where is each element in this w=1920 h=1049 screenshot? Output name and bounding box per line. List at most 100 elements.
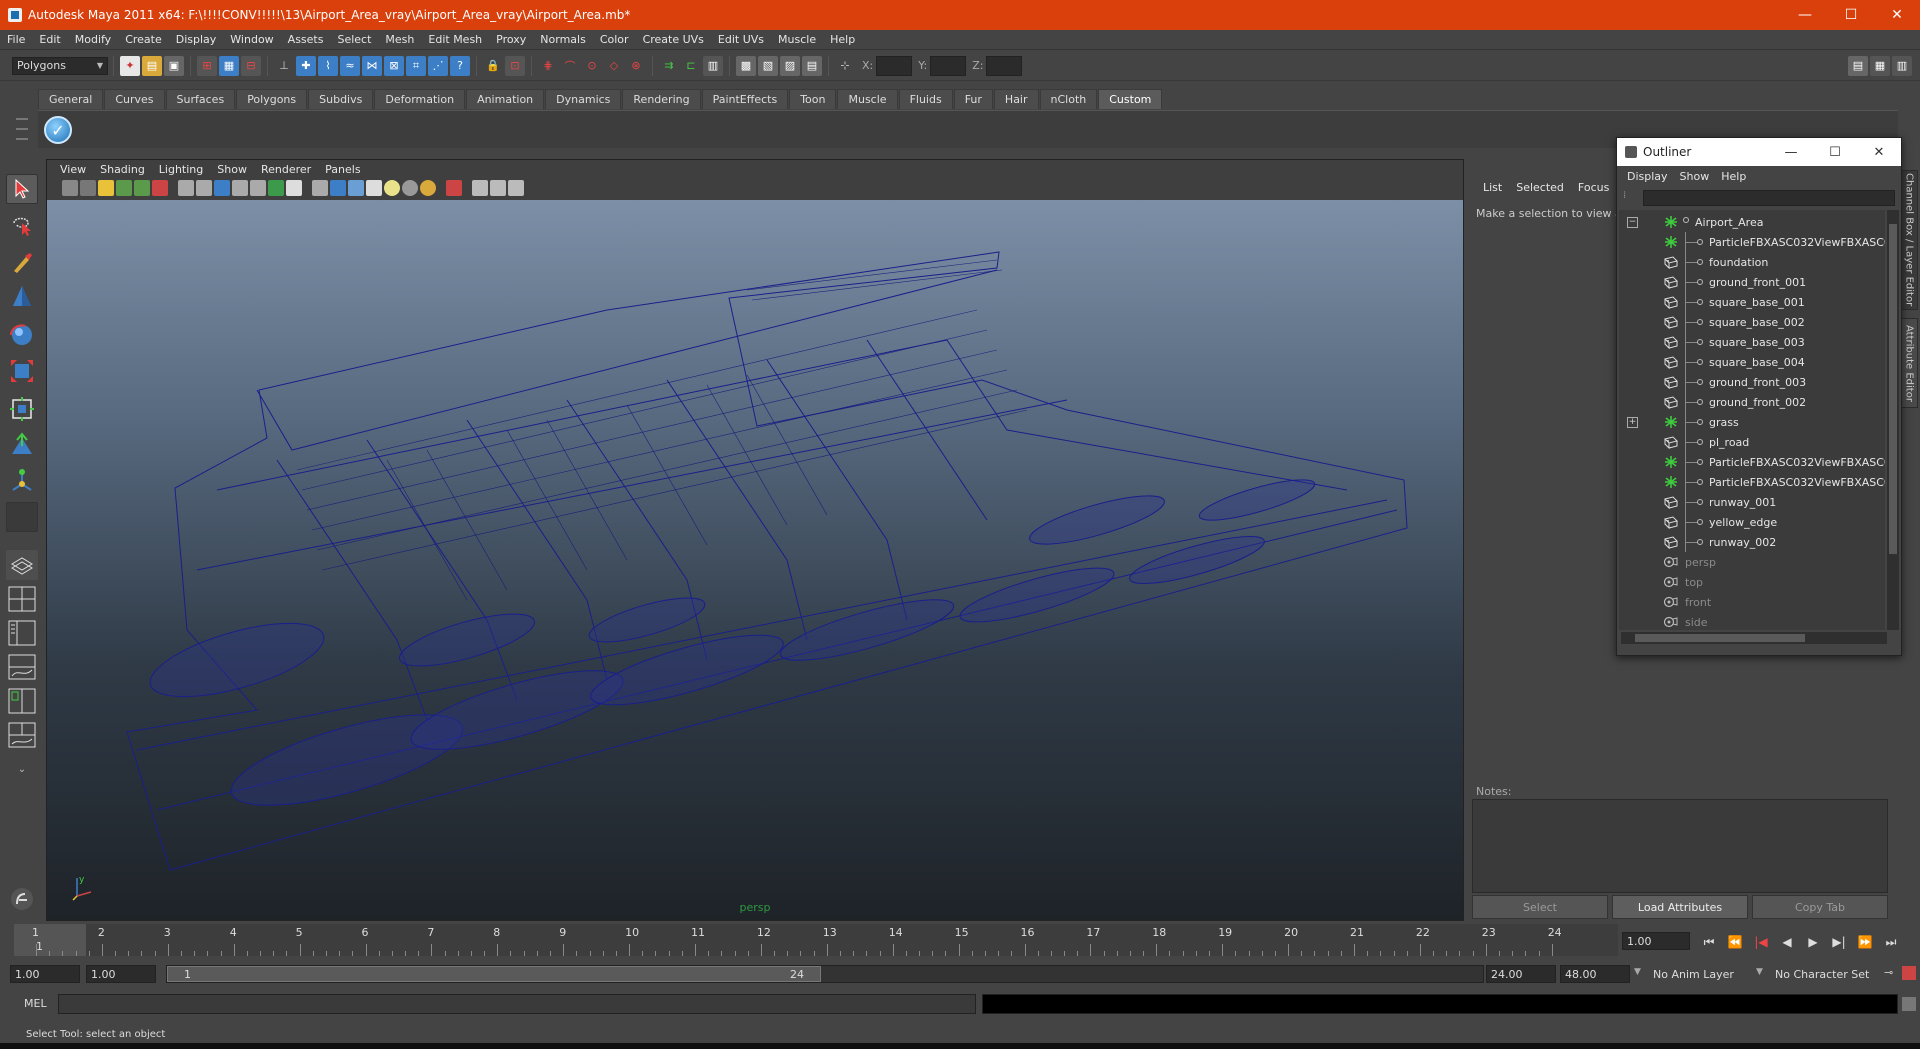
x-field[interactable] [876,55,913,76]
safe-action-icon[interactable] [268,180,284,196]
shelf-tab-surfaces[interactable]: Surfaces [165,89,236,109]
shelf-tab-painteffects[interactable]: PaintEffects [701,89,789,109]
toggle-channel-box-icon[interactable]: ▥ [1892,55,1912,76]
resolution-gate-icon[interactable] [214,180,230,196]
minimize-button[interactable]: — [1782,0,1828,30]
play-backwards-button[interactable]: ◀ [1774,932,1800,952]
shelf-tab-deformation[interactable]: Deformation [374,89,466,109]
viewport-menu-shading[interactable]: Shading [93,163,152,176]
copy-tab-button[interactable]: Copy Tab [1752,895,1888,919]
attr-menu-focus[interactable]: Focus [1571,181,1616,194]
outliner-horizontal-scrollbar[interactable] [1621,632,1887,644]
snap-view-plane-icon[interactable]: ◇ [604,56,624,76]
menu-proxy[interactable]: Proxy [489,33,533,46]
shelf-tab-polygons[interactable]: Polygons [236,89,308,109]
start-time-field[interactable]: 1.00 [10,965,80,983]
wireframe-icon[interactable] [312,180,328,196]
select-button[interactable]: Select [1472,895,1608,919]
outliner-item[interactable]: pl_road [1619,432,1885,452]
soft-modification-tool[interactable] [6,430,38,460]
gate-mask-icon[interactable] [232,180,248,196]
play-forwards-button[interactable]: ▶ [1800,932,1826,952]
go-to-start-button[interactable]: ⏮ [1696,932,1722,952]
save-scene-icon[interactable]: ▣ [164,55,184,76]
outliner-item[interactable]: square_base_001 [1619,292,1885,312]
select-surfaces-icon[interactable]: ≈ [340,55,360,76]
shelf-tab-custom[interactable]: Custom [1098,89,1163,109]
menu-edit[interactable]: Edit [32,33,67,46]
select-deformations-icon[interactable]: ⋈ [362,55,382,76]
menu-edit-uvs[interactable]: Edit UVs [711,33,771,46]
outliner-item[interactable]: runway_002 [1619,532,1885,552]
menu-help[interactable]: Help [823,33,862,46]
outliner-item[interactable]: yellow_edge [1619,512,1885,532]
menu-create-uvs[interactable]: Create UVs [636,33,711,46]
shelf-tab-rendering[interactable]: Rendering [622,89,701,109]
menu-create[interactable]: Create [118,33,169,46]
outliner-horizontal-scroll-thumb[interactable] [1635,634,1805,642]
viewport-menu-view[interactable]: View [53,163,93,176]
last-tool-slot[interactable] [6,502,38,532]
attr-menu-selected[interactable]: Selected [1509,181,1571,194]
outliner-item[interactable]: + grass [1619,412,1885,432]
outliner-item[interactable]: square_base_003 [1619,332,1885,352]
film-gate-icon[interactable] [196,180,212,196]
select-hierarchy-icon[interactable]: ⊞ [197,55,217,76]
select-rendering-icon[interactable]: ⌗ [406,55,426,76]
camera-attributes-icon[interactable] [80,180,96,196]
menu-edit-mesh[interactable]: Edit Mesh [421,33,489,46]
universal-manipulator-tool[interactable] [6,394,38,424]
menu-mesh[interactable]: Mesh [378,33,421,46]
step-back-frame-button[interactable]: |◀ [1748,932,1774,952]
make-live-icon[interactable]: ⊛ [626,56,646,76]
isolate-select-icon[interactable] [446,180,462,196]
select-curves-icon[interactable]: ⌇ [318,55,338,76]
xray-icon[interactable] [472,180,488,196]
shelf-tab-fluids[interactable]: Fluids [898,89,953,109]
layout-persp-outliner-graph[interactable] [6,720,38,750]
grid-icon[interactable] [178,180,194,196]
chevron-down-icon[interactable]: ▼ [1756,967,1763,977]
scale-tool[interactable] [6,356,38,386]
smooth-shade-icon[interactable] [330,180,346,196]
outliner-maximize-button[interactable]: ☐ [1813,145,1857,160]
menu-assets[interactable]: Assets [281,33,331,46]
script-editor-icon[interactable] [1902,997,1916,1011]
step-forward-frame-button[interactable]: ▶| [1826,932,1852,952]
maximize-button[interactable]: ☐ [1828,0,1874,30]
collapse-icon[interactable]: − [1627,216,1638,228]
field-chart-icon[interactable] [250,180,266,196]
outliner-item[interactable]: ground_front_003 [1619,372,1885,392]
y-field[interactable] [930,55,967,76]
viewport-menu-show[interactable]: Show [210,163,254,176]
shelf-tab-hair[interactable]: Hair [993,89,1039,109]
image-plane-icon[interactable] [116,180,132,196]
load-attributes-button[interactable]: Load Attributes [1612,895,1748,919]
range-slider-track[interactable]: 1 24 [166,965,1484,983]
notes-textarea[interactable] [1472,799,1888,893]
perspective-viewport[interactable]: y persp [47,200,1463,920]
outliner-filter-input[interactable] [1643,190,1895,206]
end-time-field[interactable]: 48.00 [1560,965,1630,983]
show-manipulator-tool[interactable] [6,466,38,496]
grease-pencil-icon[interactable] [152,180,168,196]
menu-set-dropdown[interactable]: Polygons ▼ [12,56,108,75]
outliner-item[interactable]: ground_front_001 [1619,272,1885,292]
menu-select[interactable]: Select [330,33,378,46]
rotate-tool[interactable] [6,320,38,350]
select-camera-icon[interactable] [62,180,78,196]
shelf-tab-ncloth[interactable]: nCloth [1039,89,1098,109]
outliner-item[interactable]: runway_001 [1619,492,1885,512]
outliner-item[interactable]: ParticleFBXASC032ViewFBXASC032ViewFBXASC… [1619,452,1885,472]
safe-title-icon[interactable] [286,180,302,196]
shadows-icon[interactable] [402,180,418,196]
chevron-down-icon[interactable]: ▼ [1634,967,1641,977]
shelf-tab-toon[interactable]: Toon [789,89,837,109]
construction-history-icon[interactable]: ⊏ [681,56,701,76]
outliner-item[interactable]: square_base_004 [1619,352,1885,372]
z-field[interactable] [986,55,1023,76]
render-settings-icon[interactable]: ▤ [802,55,822,76]
select-component-icon[interactable]: ⊟ [241,55,261,76]
attr-menu-list[interactable]: List [1476,181,1509,194]
history-toggle-icon[interactable]: ▥ [703,55,723,76]
